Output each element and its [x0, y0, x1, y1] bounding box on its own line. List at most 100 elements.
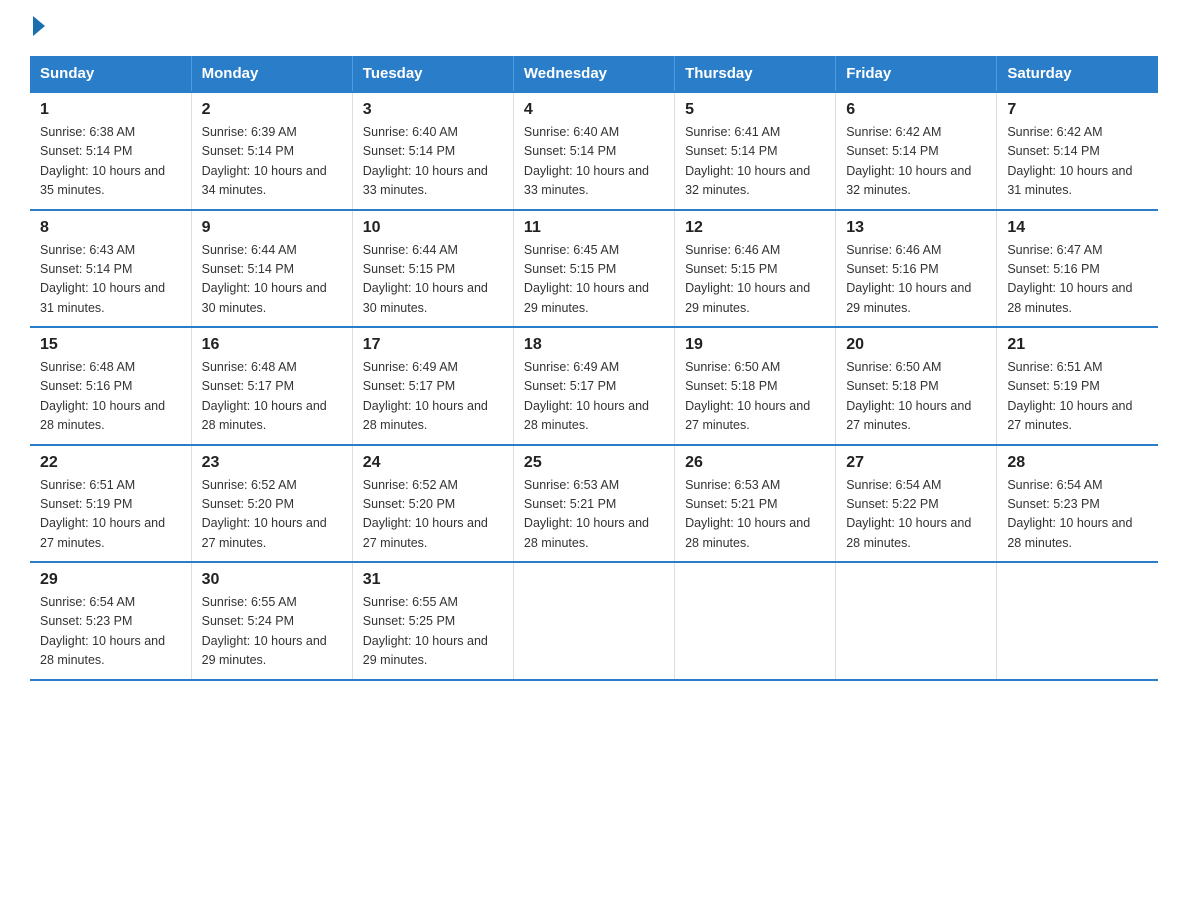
- sunrise-label: Sunrise: 6:49 AM: [524, 360, 619, 374]
- day-info: Sunrise: 6:49 AM Sunset: 5:17 PM Dayligh…: [524, 358, 664, 436]
- day-number: 3: [363, 101, 503, 119]
- day-number: 21: [1007, 336, 1148, 354]
- daylight-label: Daylight: 10 hours and 28 minutes.: [40, 634, 165, 667]
- sunrise-label: Sunrise: 6:42 AM: [1007, 125, 1102, 139]
- calendar-cell: 17 Sunrise: 6:49 AM Sunset: 5:17 PM Dayl…: [352, 327, 513, 445]
- sunset-label: Sunset: 5:15 PM: [524, 262, 616, 276]
- daylight-label: Daylight: 10 hours and 28 minutes.: [524, 399, 649, 432]
- sunrise-label: Sunrise: 6:52 AM: [363, 478, 458, 492]
- calendar-cell: 6 Sunrise: 6:42 AM Sunset: 5:14 PM Dayli…: [836, 92, 997, 210]
- sunrise-label: Sunrise: 6:50 AM: [685, 360, 780, 374]
- calendar-cell: 8 Sunrise: 6:43 AM Sunset: 5:14 PM Dayli…: [30, 210, 191, 328]
- sunrise-label: Sunrise: 6:54 AM: [1007, 478, 1102, 492]
- calendar-cell: 7 Sunrise: 6:42 AM Sunset: 5:14 PM Dayli…: [997, 92, 1158, 210]
- sunrise-label: Sunrise: 6:50 AM: [846, 360, 941, 374]
- week-row-3: 15 Sunrise: 6:48 AM Sunset: 5:16 PM Dayl…: [30, 327, 1158, 445]
- sunrise-label: Sunrise: 6:52 AM: [202, 478, 297, 492]
- daylight-label: Daylight: 10 hours and 33 minutes.: [363, 164, 488, 197]
- calendar-cell: 11 Sunrise: 6:45 AM Sunset: 5:15 PM Dayl…: [513, 210, 674, 328]
- sunrise-label: Sunrise: 6:44 AM: [202, 243, 297, 257]
- sunrise-label: Sunrise: 6:39 AM: [202, 125, 297, 139]
- calendar-cell: 31 Sunrise: 6:55 AM Sunset: 5:25 PM Dayl…: [352, 562, 513, 680]
- day-info: Sunrise: 6:42 AM Sunset: 5:14 PM Dayligh…: [1007, 123, 1148, 201]
- calendar-cell: 22 Sunrise: 6:51 AM Sunset: 5:19 PM Dayl…: [30, 445, 191, 563]
- sunset-label: Sunset: 5:24 PM: [202, 614, 294, 628]
- day-info: Sunrise: 6:52 AM Sunset: 5:20 PM Dayligh…: [202, 476, 342, 554]
- day-number: 13: [846, 219, 986, 237]
- sunrise-label: Sunrise: 6:48 AM: [202, 360, 297, 374]
- day-info: Sunrise: 6:54 AM Sunset: 5:23 PM Dayligh…: [1007, 476, 1148, 554]
- daylight-label: Daylight: 10 hours and 29 minutes.: [846, 281, 971, 314]
- sunset-label: Sunset: 5:15 PM: [685, 262, 777, 276]
- logo-arrow-icon: [33, 16, 45, 36]
- day-number: 14: [1007, 219, 1148, 237]
- sunset-label: Sunset: 5:19 PM: [1007, 379, 1099, 393]
- day-info: Sunrise: 6:51 AM Sunset: 5:19 PM Dayligh…: [40, 476, 181, 554]
- sunrise-label: Sunrise: 6:46 AM: [846, 243, 941, 257]
- daylight-label: Daylight: 10 hours and 28 minutes.: [524, 516, 649, 549]
- day-number: 27: [846, 454, 986, 472]
- daylight-label: Daylight: 10 hours and 32 minutes.: [846, 164, 971, 197]
- calendar-cell: 10 Sunrise: 6:44 AM Sunset: 5:15 PM Dayl…: [352, 210, 513, 328]
- sunrise-label: Sunrise: 6:48 AM: [40, 360, 135, 374]
- calendar-cell: 30 Sunrise: 6:55 AM Sunset: 5:24 PM Dayl…: [191, 562, 352, 680]
- daylight-label: Daylight: 10 hours and 30 minutes.: [363, 281, 488, 314]
- calendar-cell: 14 Sunrise: 6:47 AM Sunset: 5:16 PM Dayl…: [997, 210, 1158, 328]
- sunrise-label: Sunrise: 6:54 AM: [846, 478, 941, 492]
- daylight-label: Daylight: 10 hours and 28 minutes.: [685, 516, 810, 549]
- daylight-label: Daylight: 10 hours and 27 minutes.: [1007, 399, 1132, 432]
- calendar-cell: 19 Sunrise: 6:50 AM Sunset: 5:18 PM Dayl…: [675, 327, 836, 445]
- sunset-label: Sunset: 5:19 PM: [40, 497, 132, 511]
- sunset-label: Sunset: 5:21 PM: [524, 497, 616, 511]
- day-number: 4: [524, 101, 664, 119]
- calendar-cell: [513, 562, 674, 680]
- sunset-label: Sunset: 5:17 PM: [202, 379, 294, 393]
- sunrise-label: Sunrise: 6:47 AM: [1007, 243, 1102, 257]
- day-number: 31: [363, 571, 503, 589]
- day-info: Sunrise: 6:47 AM Sunset: 5:16 PM Dayligh…: [1007, 241, 1148, 319]
- calendar-cell: 12 Sunrise: 6:46 AM Sunset: 5:15 PM Dayl…: [675, 210, 836, 328]
- day-number: 9: [202, 219, 342, 237]
- daylight-label: Daylight: 10 hours and 27 minutes.: [40, 516, 165, 549]
- header-saturday: Saturday: [997, 56, 1158, 92]
- day-number: 23: [202, 454, 342, 472]
- sunset-label: Sunset: 5:20 PM: [202, 497, 294, 511]
- daylight-label: Daylight: 10 hours and 31 minutes.: [1007, 164, 1132, 197]
- day-info: Sunrise: 6:44 AM Sunset: 5:14 PM Dayligh…: [202, 241, 342, 319]
- header-wednesday: Wednesday: [513, 56, 674, 92]
- daylight-label: Daylight: 10 hours and 28 minutes.: [846, 516, 971, 549]
- calendar-cell: 27 Sunrise: 6:54 AM Sunset: 5:22 PM Dayl…: [836, 445, 997, 563]
- day-number: 16: [202, 336, 342, 354]
- day-info: Sunrise: 6:52 AM Sunset: 5:20 PM Dayligh…: [363, 476, 503, 554]
- sunrise-label: Sunrise: 6:55 AM: [363, 595, 458, 609]
- header-friday: Friday: [836, 56, 997, 92]
- sunset-label: Sunset: 5:14 PM: [524, 144, 616, 158]
- sunrise-label: Sunrise: 6:42 AM: [846, 125, 941, 139]
- sunset-label: Sunset: 5:14 PM: [40, 262, 132, 276]
- calendar-cell: 4 Sunrise: 6:40 AM Sunset: 5:14 PM Dayli…: [513, 92, 674, 210]
- sunrise-label: Sunrise: 6:38 AM: [40, 125, 135, 139]
- calendar-cell: 25 Sunrise: 6:53 AM Sunset: 5:21 PM Dayl…: [513, 445, 674, 563]
- calendar-cell: 13 Sunrise: 6:46 AM Sunset: 5:16 PM Dayl…: [836, 210, 997, 328]
- daylight-label: Daylight: 10 hours and 27 minutes.: [685, 399, 810, 432]
- calendar-cell: [675, 562, 836, 680]
- week-row-5: 29 Sunrise: 6:54 AM Sunset: 5:23 PM Dayl…: [30, 562, 1158, 680]
- day-info: Sunrise: 6:45 AM Sunset: 5:15 PM Dayligh…: [524, 241, 664, 319]
- day-number: 11: [524, 219, 664, 237]
- day-number: 8: [40, 219, 181, 237]
- sunset-label: Sunset: 5:23 PM: [1007, 497, 1099, 511]
- day-number: 15: [40, 336, 181, 354]
- sunset-label: Sunset: 5:15 PM: [363, 262, 455, 276]
- daylight-label: Daylight: 10 hours and 27 minutes.: [202, 516, 327, 549]
- sunset-label: Sunset: 5:21 PM: [685, 497, 777, 511]
- day-info: Sunrise: 6:48 AM Sunset: 5:17 PM Dayligh…: [202, 358, 342, 436]
- calendar-header-row: SundayMondayTuesdayWednesdayThursdayFrid…: [30, 56, 1158, 92]
- sunset-label: Sunset: 5:14 PM: [363, 144, 455, 158]
- week-row-1: 1 Sunrise: 6:38 AM Sunset: 5:14 PM Dayli…: [30, 92, 1158, 210]
- sunset-label: Sunset: 5:16 PM: [1007, 262, 1099, 276]
- sunrise-label: Sunrise: 6:46 AM: [685, 243, 780, 257]
- day-info: Sunrise: 6:46 AM Sunset: 5:16 PM Dayligh…: [846, 241, 986, 319]
- day-number: 18: [524, 336, 664, 354]
- day-info: Sunrise: 6:38 AM Sunset: 5:14 PM Dayligh…: [40, 123, 181, 201]
- header-thursday: Thursday: [675, 56, 836, 92]
